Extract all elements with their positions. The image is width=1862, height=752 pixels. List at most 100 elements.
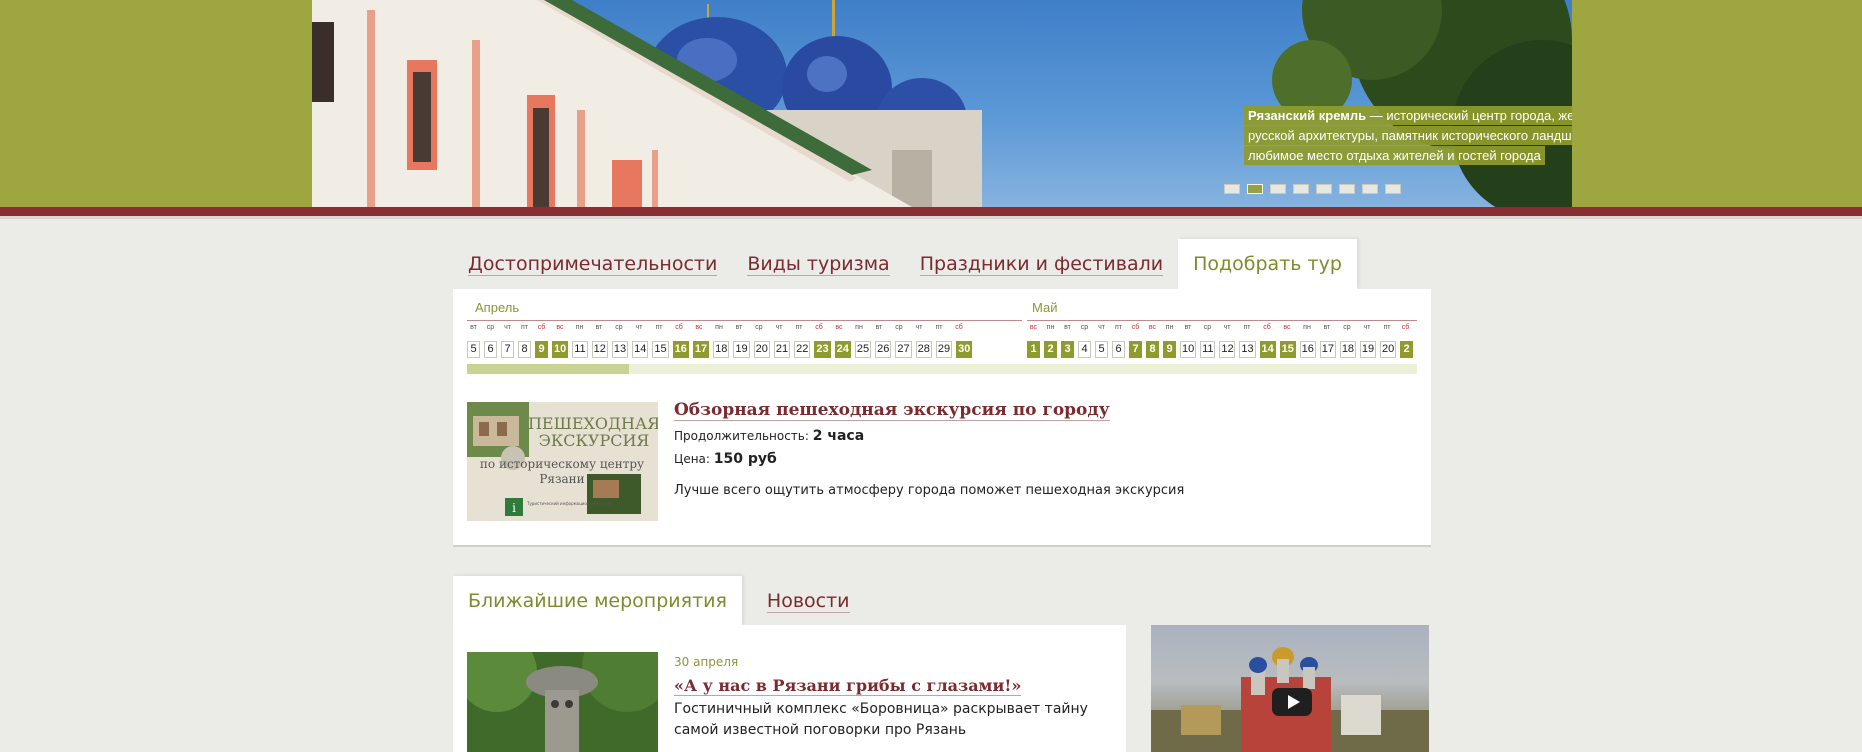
date-may-1[interactable]: 2	[1044, 341, 1057, 358]
tour-panel: Апрель Май вт ср чт пт сб вс пн вт ср чт пт сб вс пн в…	[453, 289, 1431, 547]
tab-choose-tour[interactable]: Подобрать тур	[1178, 239, 1357, 289]
video-player[interactable]	[1151, 625, 1429, 752]
date-april-18[interactable]: 23	[814, 341, 831, 358]
date-april-15[interactable]: 20	[753, 341, 770, 358]
date-may-0[interactable]: 1	[1027, 341, 1040, 358]
weekday-april-4: сб	[537, 324, 546, 331]
svg-text:i: i	[512, 501, 516, 515]
date-may-14[interactable]: 15	[1279, 341, 1296, 358]
weekday-april-24: пт	[935, 324, 943, 331]
calendar-scrollbar[interactable]	[467, 364, 1417, 374]
weekday-may-10: ср	[1203, 324, 1212, 331]
slider-dot-6[interactable]	[1339, 184, 1355, 194]
tab-sights[interactable]: Достопримечательности	[453, 239, 732, 289]
event-title-link[interactable]: «А у нас в Рязани грибы с глазами!»	[674, 676, 1022, 696]
date-april-5[interactable]: 10	[552, 341, 569, 358]
date-april-25[interactable]: 30	[956, 341, 973, 358]
date-april-17[interactable]: 22	[794, 341, 811, 358]
slider-dot-4[interactable]	[1293, 184, 1309, 194]
slider-dot-3[interactable]	[1270, 184, 1286, 194]
event-description: Гостиничный комплекс «Боровница» раскрыв…	[674, 701, 1088, 738]
weekday-may-18: чт	[1363, 324, 1371, 331]
date-may-2[interactable]: 3	[1061, 341, 1074, 358]
calendar-scrollbar-thumb[interactable]	[467, 364, 629, 374]
date-may-10[interactable]: 11	[1200, 341, 1216, 358]
slider-dot-2[interactable]	[1247, 184, 1263, 194]
date-may-7[interactable]: 8	[1146, 341, 1159, 358]
date-april-7[interactable]: 12	[591, 341, 608, 358]
slider-dot-5[interactable]	[1316, 184, 1332, 194]
date-april-21[interactable]: 26	[875, 341, 892, 358]
date-april-23[interactable]: 28	[915, 341, 932, 358]
tour-price-value: 150 руб	[713, 451, 777, 467]
weekday-may-19: пт	[1383, 324, 1391, 331]
date-april-1[interactable]: 6	[484, 341, 497, 358]
date-april-11[interactable]: 16	[672, 341, 689, 358]
date-may-13[interactable]: 14	[1259, 341, 1276, 358]
date-may-9[interactable]: 10	[1180, 341, 1197, 358]
hero-slide-image[interactable]: Рязанский кремль — исторический центр го…	[312, 0, 1572, 207]
weekday-april-6: пн	[575, 324, 584, 331]
weekday-may-9: вт	[1184, 324, 1192, 331]
weekday-may-7: вс	[1148, 324, 1157, 331]
date-april-22[interactable]: 27	[895, 341, 912, 358]
date-april-3[interactable]: 8	[518, 341, 531, 358]
slider-dot-8[interactable]	[1385, 184, 1401, 194]
date-april-8[interactable]: 13	[611, 341, 629, 358]
date-may-12[interactable]: 13	[1239, 341, 1256, 358]
tour-image-line4: Рязани	[539, 472, 584, 486]
weekday-april-15: ср	[755, 324, 763, 331]
weekday-may-17: ср	[1343, 324, 1351, 331]
weekday-april-10: пт	[655, 324, 663, 331]
event-image[interactable]	[467, 652, 658, 752]
date-april-12[interactable]: 17	[692, 341, 710, 358]
date-april-2[interactable]: 7	[501, 341, 514, 358]
tab-festivals[interactable]: Праздники и фестивали	[905, 239, 1178, 289]
date-may-8[interactable]: 9	[1163, 341, 1176, 358]
hero-caption-title[interactable]: Рязанский кремль	[1248, 108, 1366, 123]
tour-price: Цена: 150 руб	[674, 451, 777, 467]
date-april-10[interactable]: 15	[652, 341, 669, 358]
weekday-row-may: вс пн вт ср чт пт сб вс пн вт ср чт пт сб вс пн вт ср чт пт…	[1027, 324, 1416, 331]
weekday-april-5: вс	[556, 324, 564, 331]
date-may-19[interactable]: 20	[1379, 341, 1397, 358]
slider-dot-7[interactable]	[1362, 184, 1378, 194]
date-april-14[interactable]: 19	[733, 341, 750, 358]
date-april-9[interactable]: 14	[632, 341, 649, 358]
date-may-11[interactable]: 12	[1219, 341, 1236, 358]
date-may-4[interactable]: 5	[1095, 341, 1108, 358]
date-may-5[interactable]: 6	[1112, 341, 1125, 358]
date-may-17[interactable]: 18	[1339, 341, 1356, 358]
date-april-16[interactable]: 21	[773, 341, 791, 358]
weekday-april-16: чт	[775, 324, 783, 331]
tab-news[interactable]: Новости	[752, 576, 865, 626]
date-may-15[interactable]: 16	[1299, 341, 1316, 358]
date-april-19[interactable]: 24	[834, 341, 851, 358]
month-label-april: Апрель	[475, 300, 520, 315]
date-april-6[interactable]: 11	[572, 341, 588, 358]
date-april-13[interactable]: 18	[713, 341, 730, 358]
tab-tourism-types[interactable]: Виды туризма	[732, 239, 904, 289]
tab-upcoming-events[interactable]: Ближайшие мероприятия	[453, 576, 742, 626]
date-may-6[interactable]: 7	[1129, 341, 1142, 358]
date-may-16[interactable]: 17	[1319, 341, 1336, 358]
tour-duration: Продолжительность: 2 часа	[674, 428, 864, 444]
weekday-may-0: вс	[1029, 324, 1038, 331]
video-play-icon[interactable]	[1272, 688, 1312, 716]
date-april-20[interactable]: 25	[854, 341, 872, 358]
tour-image-line3: по историческому центру	[480, 457, 644, 471]
date-may-20[interactable]: 2	[1400, 341, 1414, 358]
tour-image[interactable]: i ПЕШЕХОДНАЯ ЭКСКУРСИЯ по историческому …	[467, 402, 658, 521]
tour-image-line2: ЭКСКУРСИЯ	[539, 431, 650, 450]
tour-duration-label: Продолжительность:	[674, 429, 809, 443]
date-april-24[interactable]: 29	[935, 341, 953, 358]
tour-title-link[interactable]: Обзорная пешеходная экскурсия по городу	[674, 400, 1110, 421]
date-may-3[interactable]: 4	[1078, 341, 1091, 358]
date-row-may: 1 2 3 4 5 6 7 8 9 10 11 12 13 14 15 16 17 18 19 20 2	[1027, 341, 1417, 358]
date-april-4[interactable]: 9	[535, 341, 548, 358]
date-may-18[interactable]: 19	[1359, 341, 1376, 358]
month-divider-may	[1027, 320, 1417, 321]
slider-dot-1[interactable]	[1224, 184, 1240, 194]
date-april-0[interactable]: 5	[467, 341, 480, 358]
weekday-may-2: вт	[1064, 324, 1071, 331]
